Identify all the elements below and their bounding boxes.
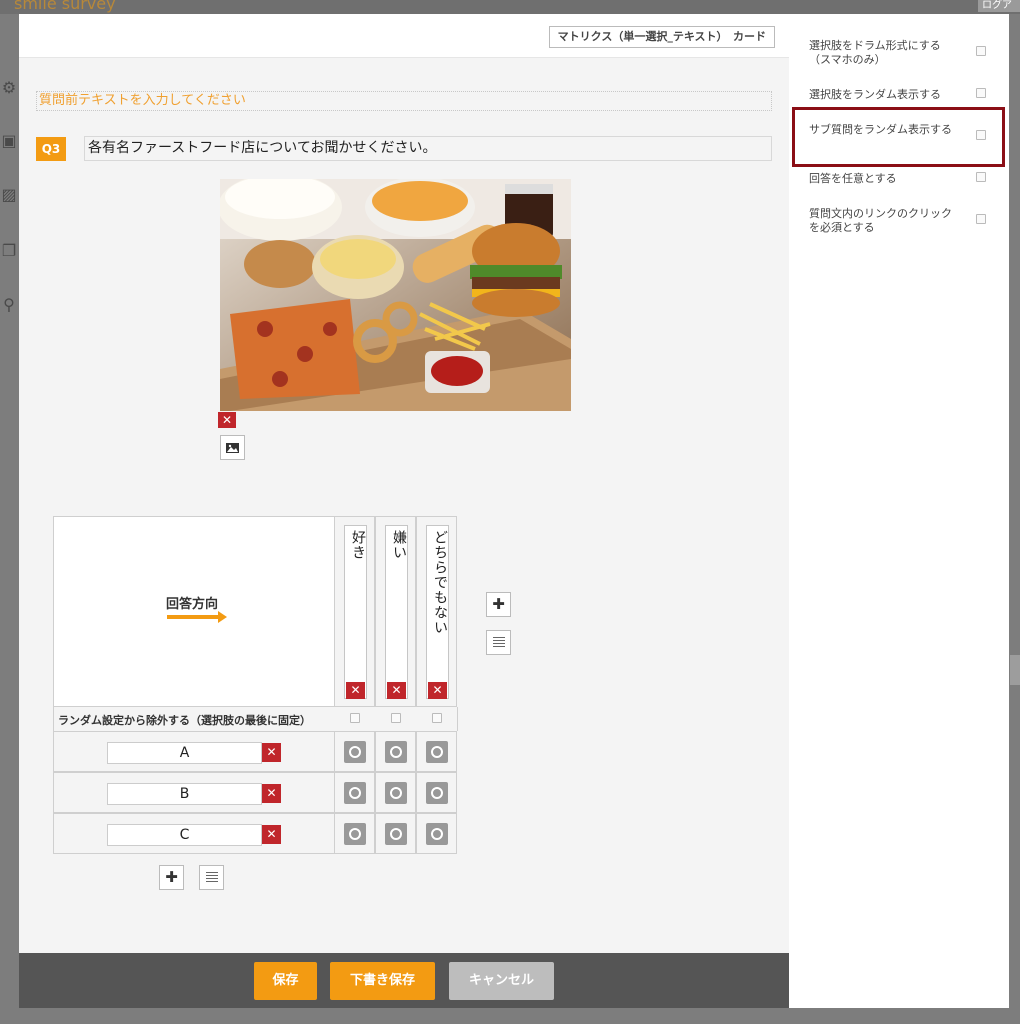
column-delete-button[interactable]: ✕	[387, 682, 406, 699]
question-type-badge: マトリクス（単一選択_テキスト） カード	[548, 26, 775, 48]
fast-food-photo	[220, 179, 571, 411]
column-header: どちらでもない ✕	[416, 516, 457, 707]
answer-cell	[416, 731, 457, 772]
radio-button[interactable]	[344, 782, 366, 804]
options-panel: 選択肢をドラム形式にする（スマホのみ） 選択肢をランダム表示する サブ質問をラン…	[789, 14, 1009, 1008]
option-label: 回答を任意とする	[809, 172, 897, 185]
column-label-input[interactable]: 嫌い	[385, 525, 408, 699]
answer-cell	[375, 731, 416, 772]
image-delete-button[interactable]: ✕	[218, 412, 236, 428]
column-label: 好き	[350, 530, 366, 560]
answer-cell	[375, 772, 416, 813]
modal-header: マトリクス（単一選択_テキスト） カード	[19, 14, 789, 58]
gear-icon: ⚙	[1, 78, 17, 97]
draft-save-button[interactable]: 下書き保存	[330, 962, 435, 1000]
option-checkbox[interactable]	[976, 172, 986, 182]
list-icon	[493, 637, 505, 648]
answer-direction-label: 回答方向	[166, 597, 219, 612]
random-exclude-checkbox[interactable]	[432, 713, 442, 723]
row-delete-button[interactable]: ✕	[262, 743, 281, 762]
option-optional-answer: 回答を任意とする	[809, 172, 1004, 186]
question-edit-modal: マトリクス（単一選択_テキスト） カード 質問前テキストを入力してください Q3…	[19, 14, 1009, 1008]
option-label: 選択肢をドラム形式にする（スマホのみ）	[809, 39, 941, 66]
answer-cell	[416, 813, 457, 854]
image-icon	[226, 443, 239, 453]
plus-icon: ✚	[165, 868, 178, 886]
save-icon: ▣	[1, 131, 17, 150]
option-label: 質問文内のリンクのクリックを必須とする	[809, 207, 952, 234]
question-number-badge: Q3	[36, 137, 66, 161]
table-row: A ✕	[53, 731, 458, 772]
answer-cell	[334, 772, 375, 813]
option-random-choices: 選択肢をランダム表示する	[809, 88, 1004, 102]
answer-cell	[334, 813, 375, 854]
radio-button[interactable]	[385, 782, 407, 804]
modal-footer: 保存 下書き保存 キャンセル	[19, 953, 789, 1008]
list-icon	[206, 872, 218, 883]
option-checkbox[interactable]	[976, 88, 986, 98]
answer-cell	[416, 772, 457, 813]
random-exclude-checkbox[interactable]	[391, 713, 401, 723]
save-button[interactable]: 保存	[254, 962, 317, 1000]
row-label-cell: A ✕	[53, 731, 335, 772]
radio-button[interactable]	[385, 741, 407, 763]
column-delete-button[interactable]: ✕	[428, 682, 447, 699]
row-delete-button[interactable]: ✕	[262, 825, 281, 844]
random-exclude-checkbox[interactable]	[350, 713, 360, 723]
option-label: 選択肢をランダム表示する	[809, 88, 941, 101]
pre-question-text-input[interactable]: 質問前テキストを入力してください	[36, 91, 772, 111]
option-checkbox[interactable]	[976, 214, 986, 224]
row-label-input[interactable]: A	[107, 742, 262, 764]
app-logo: smile survey	[14, 0, 116, 13]
column-label-input[interactable]: どちらでもない	[426, 525, 449, 699]
share-icon: ⚲	[3, 295, 15, 314]
column-header: 嫌い ✕	[375, 516, 416, 707]
radio-button[interactable]	[426, 823, 448, 845]
column-header: 好き ✕	[334, 516, 375, 707]
radio-button[interactable]	[344, 741, 366, 763]
question-image	[220, 179, 571, 411]
column-delete-button[interactable]: ✕	[346, 682, 365, 699]
row-label-cell: C ✕	[53, 813, 335, 854]
radio-button[interactable]	[385, 823, 407, 845]
image-upload-button[interactable]	[220, 435, 245, 460]
row-delete-button[interactable]: ✕	[262, 784, 281, 803]
highlight-box	[792, 107, 1005, 167]
random-exclude-label: ランダム設定から除外する（選択肢の最後に固定）	[58, 714, 311, 727]
column-label: どちらでもない	[432, 530, 448, 635]
row-label-input[interactable]: C	[107, 824, 262, 846]
row-bulk-edit-button[interactable]	[199, 865, 224, 890]
arrow-right-icon	[167, 611, 227, 623]
add-row-button[interactable]: ✚	[159, 865, 184, 890]
background-edit-icon	[1010, 655, 1020, 685]
radio-button[interactable]	[426, 782, 448, 804]
background-topbar: smile survey	[0, 0, 1020, 14]
radio-button[interactable]	[344, 823, 366, 845]
image-icon: ▨	[1, 185, 17, 204]
column-bulk-edit-button[interactable]	[486, 630, 511, 655]
cancel-button[interactable]: キャンセル	[449, 962, 554, 1000]
add-column-button[interactable]: ✚	[486, 592, 511, 617]
table-row: C ✕	[53, 813, 458, 854]
row-label-cell: B ✕	[53, 772, 335, 813]
plus-icon: ✚	[492, 595, 505, 613]
row-label-input[interactable]: B	[107, 783, 262, 805]
option-require-link-click: 質問文内のリンクのクリックを必須とする	[809, 207, 1004, 235]
answer-cell	[334, 731, 375, 772]
table-row: B ✕	[53, 772, 458, 813]
random-exclude-row: ランダム設定から除外する（選択肢の最後に固定）	[53, 707, 458, 731]
question-text-input[interactable]: 各有名ファーストフード店についてお聞かせください。	[84, 136, 772, 161]
column-label-input[interactable]: 好き	[344, 525, 367, 699]
answer-cell	[375, 813, 416, 854]
option-checkbox[interactable]	[976, 46, 986, 56]
option-drum-style: 選択肢をドラム形式にする（スマホのみ）	[809, 39, 1004, 67]
login-link: ログア	[978, 0, 1020, 12]
copy-icon: ❐	[1, 241, 17, 260]
column-label: 嫌い	[391, 530, 407, 560]
radio-button[interactable]	[426, 741, 448, 763]
answer-direction-cell: 回答方向	[53, 516, 335, 707]
